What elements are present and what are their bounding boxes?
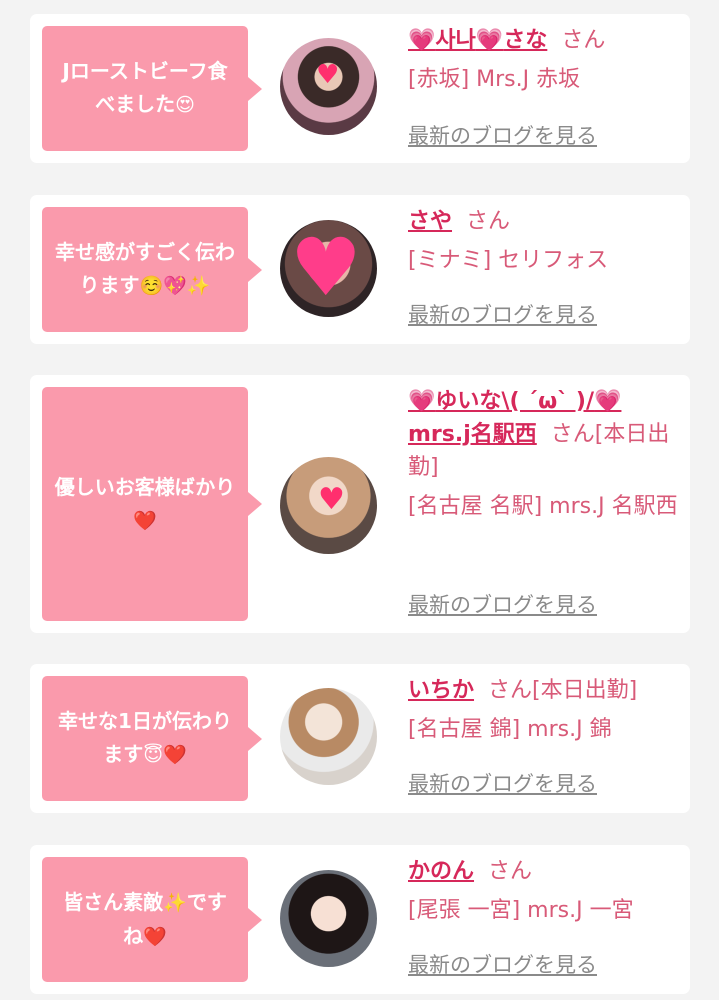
- name-line: 💗ゆいな\( ´ω` )/💗 mrs.j名駅西 さん[本日出勤]: [408, 385, 680, 484]
- name-suffix: さん: [488, 859, 533, 884]
- name-suffix: さん: [466, 209, 511, 234]
- therapist-info: 💗ゆいな\( ´ω` )/💗 mrs.j名駅西 さん[本日出勤] [名古屋 名駅]…: [408, 385, 680, 523]
- heart-icon: ♥: [318, 482, 345, 517]
- comment-text: Jローストビーフ食べました: [62, 59, 228, 116]
- comment-emoji: 😍: [175, 94, 195, 116]
- name-suffix: さん[本日出勤]: [488, 678, 638, 703]
- therapist-info: 💗사나💗さな さん [赤坂] Mrs.J 赤坂: [408, 24, 680, 96]
- review-card: Jローストビーフ食べました😍 ♥ 💗사나💗さな さん [赤坂] Mrs.J 赤坂…: [30, 14, 690, 163]
- avatar[interactable]: ♥: [280, 38, 377, 135]
- comment-text: 皆さん素敵: [63, 889, 164, 914]
- comment-text: 優しいお客様ばかり: [54, 474, 236, 499]
- name-line: いちか さん[本日出勤]: [408, 674, 680, 707]
- heart-emoji: 💗: [475, 28, 504, 53]
- review-card: 幸せな1日が伝わります😇❤️ いちか さん[本日出勤] [名古屋 錦] mrs.…: [30, 664, 690, 813]
- heart-emoji: 💗: [594, 389, 622, 414]
- comment-bubble: 皆さん素敵✨ですね❤️: [42, 857, 262, 982]
- therapist-name-link[interactable]: かのん: [408, 859, 474, 884]
- name-line: 💗사나💗さな さん: [408, 24, 680, 57]
- avatar[interactable]: ♥: [280, 457, 377, 554]
- comment-emoji: 😇❤️: [143, 744, 187, 766]
- review-card: 皆さん素敵✨ですね❤️ かのん さん [尾張 一宮] mrs.J 一宮 最新のブ…: [30, 845, 690, 994]
- heart-emoji: 💗: [408, 28, 436, 53]
- therapist-name-link[interactable]: いちか: [408, 678, 474, 703]
- latest-blog-link[interactable]: 最新のブログを見る: [408, 768, 597, 798]
- therapist-info: かのん さん [尾張 一宮] mrs.J 一宮: [408, 855, 680, 927]
- comment-bubble: 幸せ感がすごく伝わります☺️💖✨: [42, 207, 262, 332]
- avatar[interactable]: ♥: [280, 220, 377, 317]
- shop-label: [尾張 一宮] mrs.J 一宮: [408, 898, 634, 923]
- name-suffix: さん: [561, 28, 606, 53]
- therapist-info: さや さん [ミナミ] セリフォス: [408, 205, 680, 277]
- avatar[interactable]: [280, 688, 377, 785]
- comment-emoji: ☺️💖✨: [139, 275, 211, 297]
- latest-blog-link[interactable]: 最新のブログを見る: [408, 299, 597, 329]
- heart-icon: ♥: [290, 221, 362, 314]
- shop-label: [ミナミ] セリフォス: [408, 248, 609, 273]
- therapist-name-link[interactable]: さや: [408, 209, 452, 234]
- heart-icon: ♥: [316, 60, 340, 90]
- shop-label: [赤坂] Mrs.J 赤坂: [408, 67, 581, 92]
- latest-blog-link[interactable]: 最新のブログを見る: [408, 949, 597, 979]
- review-card: 幸せ感がすごく伝わります☺️💖✨ ♥ さや さん [ミナミ] セリフォス 最新の…: [30, 195, 690, 344]
- comment-emoji: ✨: [163, 891, 187, 914]
- latest-blog-link[interactable]: 最新のブログを見る: [408, 589, 597, 619]
- shop-label: [名古屋 名駅] mrs.J 名駅西: [408, 494, 678, 519]
- shop-label: [名古屋 錦] mrs.J 錦: [408, 717, 612, 742]
- review-card: 優しいお客様ばかり ❤️ ♥ 💗ゆいな\( ´ω` )/💗 mrs.j名駅西 さん[…: [30, 375, 690, 633]
- avatar[interactable]: [280, 870, 377, 967]
- name-line: かのん さん: [408, 855, 680, 888]
- comment-emoji: ❤️: [143, 925, 167, 948]
- latest-blog-link[interactable]: 最新のブログを見る: [408, 120, 597, 150]
- therapist-info: いちか さん[本日出勤] [名古屋 錦] mrs.J 錦: [408, 674, 680, 746]
- heart-emoji: 💗: [408, 389, 436, 414]
- comment-emoji: ❤️: [133, 509, 157, 532]
- comment-bubble: 幸せな1日が伝わります😇❤️: [42, 676, 262, 801]
- comment-bubble: Jローストビーフ食べました😍: [42, 26, 262, 151]
- therapist-name-link[interactable]: 💗사나💗さな: [408, 28, 547, 53]
- comment-bubble: 優しいお客様ばかり ❤️: [42, 387, 262, 621]
- name-line: さや さん: [408, 205, 680, 238]
